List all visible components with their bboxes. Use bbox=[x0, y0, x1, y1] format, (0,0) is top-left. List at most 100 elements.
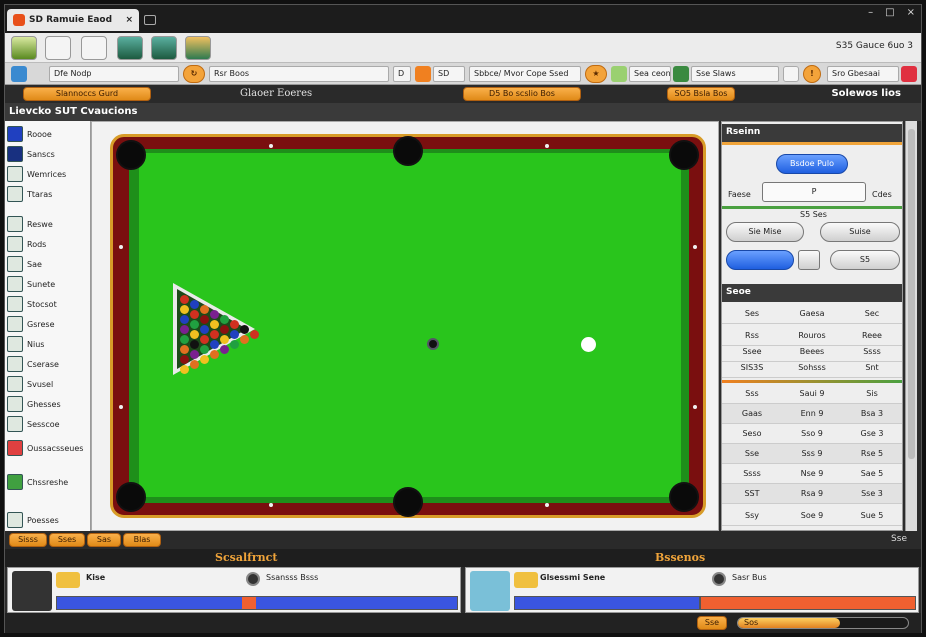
player2-progress-bar bbox=[514, 596, 700, 610]
square-icon bbox=[7, 126, 23, 142]
address-field-3[interactable]: D bbox=[393, 66, 411, 82]
sidebar-item-12[interactable]: Cserase bbox=[7, 355, 89, 373]
sidebar-item-8[interactable]: Sunete bbox=[7, 275, 89, 293]
right-action-button[interactable]: SO5 Bsla Bos bbox=[667, 87, 735, 101]
sidebar-item-18[interactable]: Poesses bbox=[7, 511, 89, 529]
player2-progress-fill bbox=[700, 596, 916, 610]
bottom-button-4[interactable]: Blas bbox=[123, 533, 161, 547]
object-ball bbox=[180, 305, 189, 314]
red-grid-icon bbox=[7, 440, 23, 456]
bottom-button-2[interactable]: Sses bbox=[49, 533, 85, 547]
object-ball bbox=[200, 355, 209, 364]
settings-tool-icon[interactable] bbox=[185, 36, 211, 60]
url-field[interactable]: Sbbce/ Mvor Cope Ssed bbox=[469, 66, 581, 82]
player2-ball-icon bbox=[712, 572, 726, 586]
small-pill-button[interactable]: S5 bbox=[830, 250, 900, 270]
sidebar-item-3[interactable]: Wemrices bbox=[7, 165, 89, 183]
object-ball bbox=[220, 325, 229, 334]
scrollbar-thumb[interactable] bbox=[908, 129, 915, 459]
sidebar-item-15[interactable]: Sesscoe bbox=[7, 415, 89, 433]
star-icon[interactable]: ★ bbox=[585, 65, 607, 83]
players-tool-icon[interactable] bbox=[151, 36, 177, 60]
sidebar-item-6[interactable]: Rods bbox=[7, 235, 89, 253]
orange-square-icon[interactable] bbox=[415, 66, 431, 82]
object-ball bbox=[190, 340, 199, 349]
notification-icon[interactable]: ! bbox=[803, 65, 821, 83]
home-tool-icon[interactable] bbox=[11, 36, 37, 60]
object-ball bbox=[230, 340, 239, 349]
tab-close-icon[interactable]: × bbox=[125, 15, 133, 25]
blank-tool-button[interactable] bbox=[45, 36, 71, 60]
sidebar-item-10[interactable]: Gsrese bbox=[7, 315, 89, 333]
stats-title-row: Scsalfrnct Bssenos bbox=[5, 549, 921, 567]
object-ball bbox=[220, 345, 229, 354]
sidebar-item-13[interactable]: Svusel bbox=[7, 375, 89, 393]
right-pill-button[interactable]: Suise bbox=[820, 222, 900, 242]
sidebar: Roooe Sanscs Wemrices Ttaras Reswe Rods … bbox=[5, 121, 91, 531]
grid-icon bbox=[7, 166, 23, 182]
green-square-icon[interactable] bbox=[673, 66, 689, 82]
rail-diamond bbox=[269, 144, 273, 148]
sidebar-item-4[interactable]: Ttaras bbox=[7, 185, 89, 203]
sidebar-item-7[interactable]: Sae bbox=[7, 255, 89, 273]
blank-tool-button-2[interactable] bbox=[81, 36, 107, 60]
bottom-button-1[interactable]: Sisss bbox=[9, 533, 47, 547]
left-action-button[interactable]: Slannoccs Gurd bbox=[23, 87, 151, 101]
game-board[interactable] bbox=[91, 121, 719, 531]
blue-pill-button-2[interactable] bbox=[726, 250, 794, 270]
panel-header-2: Seoe bbox=[722, 284, 902, 302]
left-pill-button[interactable]: Sie Mise bbox=[726, 222, 804, 242]
sidebar-item-1[interactable]: Roooe bbox=[7, 125, 89, 143]
maximize-button[interactable]: □ bbox=[885, 7, 894, 18]
table-row: Seso Sso 9 Gse 3 bbox=[722, 424, 902, 444]
sidebar-item-17[interactable]: Chssreshe bbox=[7, 473, 89, 491]
toggle-divider[interactable] bbox=[798, 250, 820, 270]
object-ball bbox=[180, 315, 189, 324]
sidebar-item-9[interactable]: Stocsot bbox=[7, 295, 89, 313]
center-action-button[interactable]: D5 Bo scslio Bos bbox=[463, 87, 581, 101]
address-field-8[interactable]: Sro Gbesaai bbox=[827, 66, 899, 82]
footer-button[interactable]: Sse bbox=[697, 616, 727, 630]
player2-stat: Sasr Bus bbox=[732, 573, 767, 582]
sidebar-item-14[interactable]: Ghesses bbox=[7, 395, 89, 413]
new-tab-icon[interactable] bbox=[144, 15, 156, 25]
extension-icon[interactable] bbox=[611, 66, 627, 82]
right-scrollbar[interactable] bbox=[905, 121, 917, 531]
minimize-button[interactable]: – bbox=[868, 7, 873, 18]
browser-tab[interactable]: SD Ramuie Eaod × bbox=[7, 9, 139, 31]
grid-icon bbox=[7, 276, 23, 292]
panel-header-1: Rseinn bbox=[722, 124, 902, 142]
refresh-icon[interactable]: ↻ bbox=[183, 65, 205, 83]
blue-pill-button[interactable]: Bsdoe Pulo bbox=[776, 154, 848, 174]
bottom-button-3[interactable]: Sas bbox=[87, 533, 121, 547]
address-field-7[interactable]: Sse Slaws bbox=[691, 66, 779, 82]
sidebar-item-11[interactable]: Nius bbox=[7, 335, 89, 353]
address-field-4[interactable]: SD bbox=[433, 66, 465, 82]
address-field-2[interactable]: Rsr Boos bbox=[209, 66, 389, 82]
table-row: Sse Sss 9 Rse 5 bbox=[722, 444, 902, 464]
object-ball bbox=[180, 335, 189, 344]
stats-left-title: Scsalfrnct bbox=[215, 551, 278, 564]
address-field-6[interactable]: Sea ceon bbox=[629, 66, 671, 82]
pocket-bottom-left bbox=[116, 482, 146, 512]
menu-icon[interactable] bbox=[901, 66, 917, 82]
value-stepper[interactable]: P bbox=[762, 182, 866, 202]
square-icon bbox=[7, 146, 23, 162]
sidebar-item-2[interactable]: Sanscs bbox=[7, 145, 89, 163]
grid-icon bbox=[7, 216, 23, 232]
object-ball bbox=[180, 295, 189, 304]
section-heading: Lievcko SUT Cvaucions bbox=[5, 103, 921, 121]
back-icon[interactable] bbox=[11, 66, 27, 82]
object-ball bbox=[210, 330, 219, 339]
cue-ball[interactable] bbox=[581, 337, 596, 352]
page-icon[interactable] bbox=[783, 66, 799, 82]
sidebar-item-5[interactable]: Reswe bbox=[7, 215, 89, 233]
table-row: SIS3S Sohsss Snt bbox=[722, 358, 902, 378]
sidebar-item-16[interactable]: Oussacsseues bbox=[7, 439, 89, 457]
address-field-1[interactable]: Dfe Nodp bbox=[49, 66, 179, 82]
table-tool-icon[interactable] bbox=[117, 36, 143, 60]
app-window: SD Ramuie Eaod × – □ × S35 Gauce 6uo 3 D… bbox=[4, 4, 922, 633]
close-button[interactable]: × bbox=[907, 7, 915, 18]
green-grid-icon bbox=[7, 474, 23, 490]
eight-ball[interactable] bbox=[427, 338, 439, 350]
